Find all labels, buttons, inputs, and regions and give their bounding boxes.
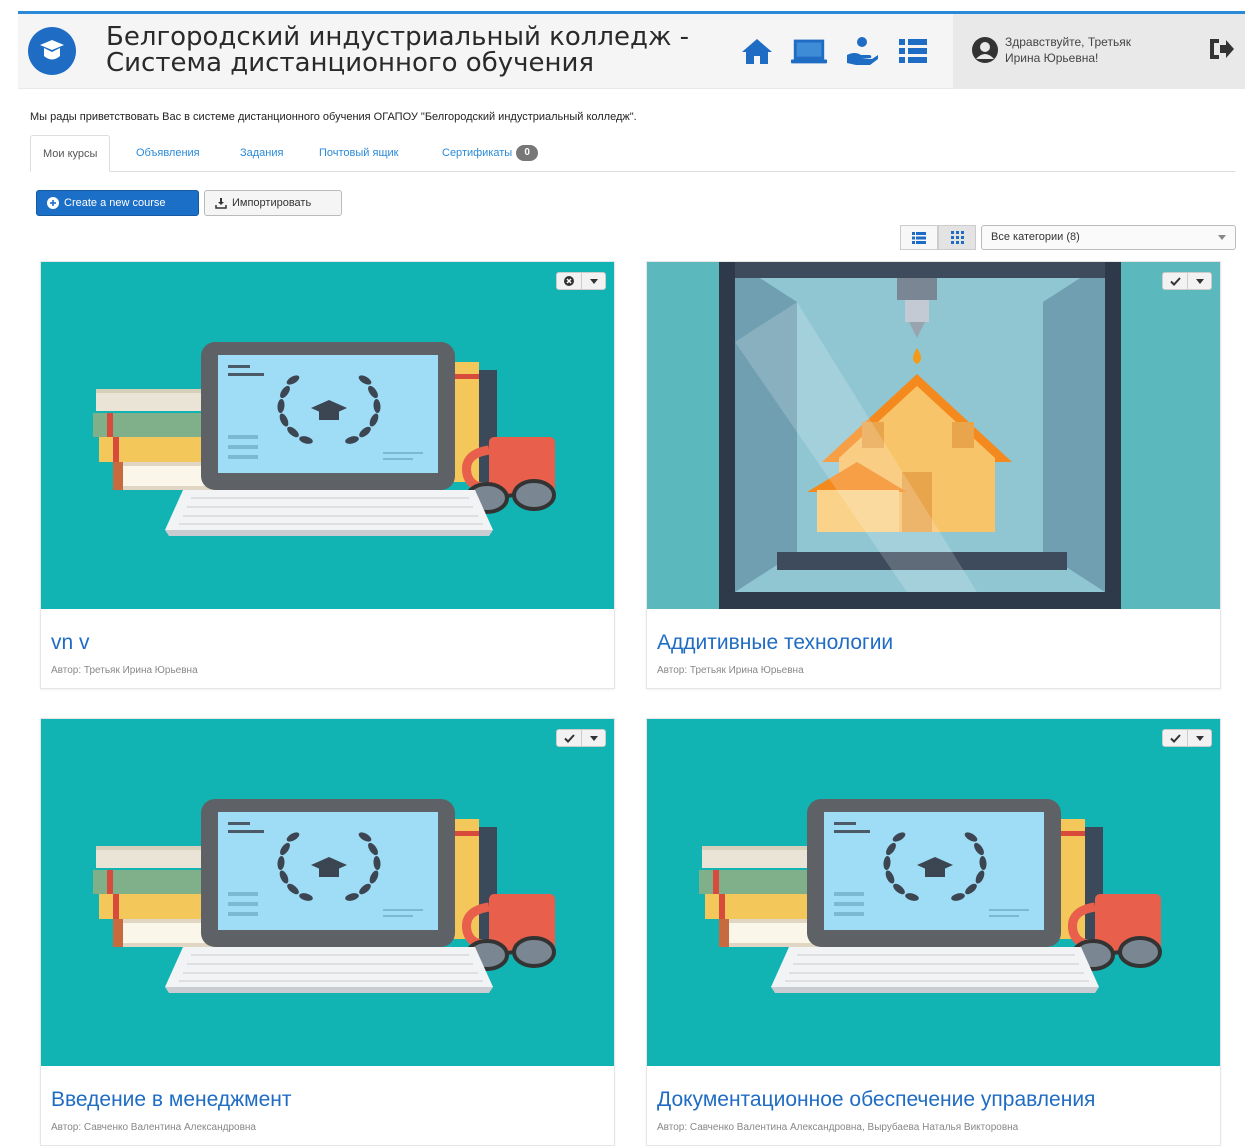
tab-my-courses[interactable]: Мои курсы [30,135,111,172]
course-title[interactable]: vn v [51,631,614,655]
create-course-label: Create a new course [64,197,166,209]
x-circle-icon[interactable] [557,273,581,289]
site-title-line1: Белгородский индустриальный колледж - [106,22,690,52]
import-label: Импортировать [232,197,312,209]
course-card: Документационное обеспечение управления … [646,718,1221,1146]
site-title: Белгородский индустриальный колледж - Си… [106,24,689,76]
course-actions [556,272,606,290]
college-logo-icon[interactable] [28,27,76,75]
monitor-icon[interactable] [790,34,828,68]
course-author: Автор: Третьяк Ирина Юрьевна [657,665,804,676]
view-toggle [900,225,976,250]
category-select-value: Все категории (8) [991,231,1080,243]
caret-down-icon[interactable] [1187,273,1211,289]
course-author: Автор: Савченко Валентина Александровна,… [657,1122,1019,1133]
course-actions [1162,729,1212,747]
course-image[interactable] [647,262,1220,609]
hand-coin-icon[interactable] [842,34,880,68]
grid-view-button[interactable] [938,225,976,250]
user-greeting: Здравствуйте, Третьяк Ирина Юрьевна! [1005,34,1165,66]
course-image[interactable] [41,262,614,609]
chevron-down-icon [1218,235,1226,240]
greeting-line2: Ирина Юрьевна! [1005,51,1099,65]
course-card: Введение в менеджмент Автор: Савченко Ва… [40,718,615,1146]
course-image[interactable] [41,719,614,1066]
course-card: Аддитивные технологии Автор: Третьяк Ири… [646,261,1221,689]
logout-icon[interactable] [1207,36,1235,67]
course-author: Автор: Третьяк Ирина Юрьевна [51,665,198,676]
tab-mailbox[interactable]: Почтовый ящик [307,135,410,172]
site-title-line2: Система дистанционного обучения [106,48,595,78]
plus-circle-icon [47,197,59,209]
site-header: Белгородский индустриальный колледж - Си… [18,14,1245,89]
course-card: vn v Автор: Третьяк Ирина Юрьевна [40,261,615,689]
list-view-icon [912,231,926,244]
course-image[interactable] [647,719,1220,1066]
caret-down-icon[interactable] [1187,730,1211,746]
course-title[interactable]: Аддитивные технологии [657,631,1220,655]
download-icon [215,198,227,209]
tab-tasks[interactable]: Задания [228,135,295,172]
check-icon[interactable] [1163,730,1187,746]
user-avatar-icon[interactable] [971,36,999,69]
category-select[interactable]: Все категории (8) [981,225,1236,250]
tab-certificates-label: Сертификаты [442,147,513,159]
list-view-button[interactable] [900,225,938,250]
course-actions [1162,272,1212,290]
course-author: Автор: Савченко Валентина Александровна [51,1122,256,1133]
caret-down-icon[interactable] [581,730,605,746]
user-box: Здравствуйте, Третьяк Ирина Юрьевна! [953,14,1245,89]
course-title[interactable]: Введение в менеджмент [51,1088,614,1112]
home-icon[interactable] [738,34,776,68]
check-icon[interactable] [557,730,581,746]
welcome-message: Мы рады приветствовать Вас в системе дис… [30,111,637,123]
certificates-count-badge: 0 [516,145,539,162]
course-actions [556,729,606,747]
tab-certificates[interactable]: Сертификаты 0 [430,135,550,172]
grid-view-icon [950,231,964,244]
import-button[interactable]: Импортировать [204,190,342,216]
tab-announcements[interactable]: Объявления [124,135,212,172]
caret-down-icon[interactable] [581,273,605,289]
create-course-button[interactable]: Create a new course [36,190,199,216]
course-title[interactable]: Документационное обеспечение управления [657,1088,1220,1112]
greeting-line1: Здравствуйте, Третьяк [1005,35,1131,49]
nav-icons [738,34,932,68]
tabs-bar: Мои курсы Объявления Задания Почтовый ящ… [30,135,1235,172]
list-icon[interactable] [894,34,932,68]
check-icon[interactable] [1163,273,1187,289]
